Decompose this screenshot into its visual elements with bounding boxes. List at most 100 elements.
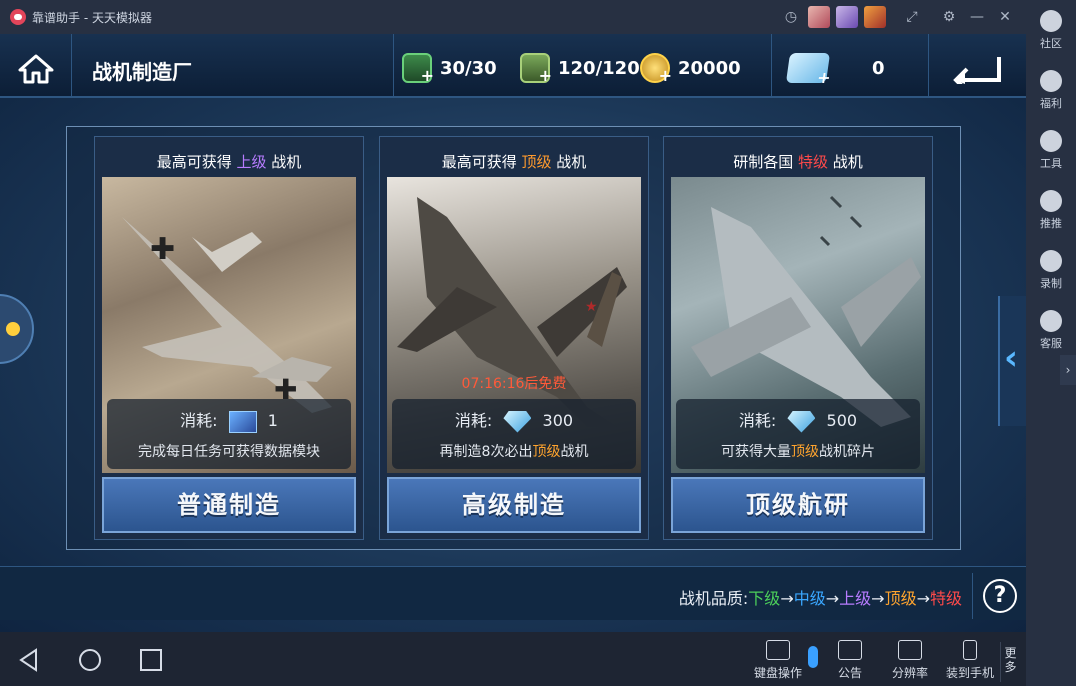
quality-level: 顶级 [884, 589, 917, 608]
jet-illustration-su: ★ 07:16:16后免费 消耗: 300 再制造8次必出顶级战机 [387, 177, 641, 473]
sidebar-item-community[interactable]: 社区 [1026, 10, 1076, 51]
svg-text:✚: ✚ [150, 232, 175, 267]
cost-value: 500 [826, 411, 858, 430]
free-timer: 07:16:16后免费 [461, 376, 567, 392]
card-header-grade: 特级 [797, 153, 828, 171]
diamond-resource[interactable]: + 0 [785, 50, 885, 87]
card-header-grade: 顶级 [521, 153, 552, 171]
jet-illustration-f15: 消耗: 500 可获得大量顶级战机碎片 [671, 177, 925, 473]
sidepanel-collapse-handle[interactable]: › [1060, 355, 1076, 385]
top-research-button[interactable]: 顶级航研 [671, 477, 925, 533]
diamond-icon: + [785, 53, 832, 87]
note-text: 再制造8次必出 [439, 444, 533, 460]
window-title: 靠谱助手 - 天天模拟器 [32, 11, 152, 25]
cost-label: 消耗: [180, 411, 218, 430]
gold-coin-icon: + [640, 53, 672, 85]
announcement-icon [838, 640, 862, 660]
card-normal-build: 最高可获得 上级 战机 ✚ ✚ 消耗: 1 完成每日任务可获得数据模块 普通制造 [94, 136, 364, 540]
announcement-tool[interactable]: 公告 [822, 640, 878, 681]
sidebar-item-label: 福利 [1040, 97, 1062, 110]
quality-label: 战机品质: [678, 589, 749, 608]
right-drawer-tab[interactable]: ‹ [998, 296, 1026, 426]
back-button[interactable] [928, 34, 1026, 98]
question-icon: ? [983, 579, 1017, 613]
tools-icon [1040, 130, 1062, 152]
gift-icon [1040, 70, 1062, 92]
game-avatar-2[interactable] [836, 6, 858, 28]
nav-back-icon[interactable] [16, 647, 42, 673]
fuel-resource[interactable]: + 120/120 [520, 50, 640, 86]
home-button[interactable] [0, 34, 72, 98]
minimize-icon[interactable]: — [966, 6, 988, 28]
fuel-can-icon: + [520, 53, 552, 85]
stamina-resource[interactable]: + 30/30 [402, 50, 497, 86]
card-header-grade: 上级 [236, 153, 267, 171]
install-to-phone-tool[interactable]: 装到手机 [942, 640, 998, 681]
arrow-icon: → [780, 589, 794, 608]
card-note: 完成每日任务可获得数据模块 [107, 441, 351, 461]
community-icon [1040, 10, 1062, 32]
card-top-research: 研制各国 特级 战机 消耗: 500 可获得大量顶级战机碎片 顶级航研 [663, 136, 933, 540]
keyboard-control-tool[interactable]: 键盘操作 [750, 640, 806, 681]
plane-illustration-prop: ✚ ✚ 消耗: 1 完成每日任务可获得数据模块 [102, 177, 356, 473]
arrow-icon: → [916, 589, 930, 608]
back-arrow-icon [953, 57, 1001, 84]
nav-recents-icon[interactable] [138, 647, 164, 673]
note-text: 完成每日任务可获得数据模块 [138, 444, 320, 460]
topbar-divider [393, 34, 394, 98]
tool-label: 键盘操作 [753, 666, 802, 680]
diamond-value: 0 [872, 57, 885, 79]
settings-gear-icon[interactable]: ⚙ [938, 6, 960, 28]
keyboard-toggle[interactable] [808, 646, 818, 668]
sidebar-item-support[interactable]: 客服 [1026, 310, 1076, 351]
card-header-prefix: 最高可获得 [156, 153, 232, 171]
resolution-tool[interactable]: 分辨率 [882, 640, 938, 681]
normal-build-button[interactable]: 普通制造 [102, 477, 356, 533]
sidebar-item-label: 推推 [1040, 217, 1062, 230]
cost-line: 消耗: 500 [676, 407, 920, 433]
tool-label: 分辨率 [891, 666, 928, 680]
stamina-icon: + [402, 53, 434, 85]
more-button[interactable]: 更多 [1000, 642, 1020, 682]
topbar-divider [771, 34, 772, 98]
gold-value: 20000 [678, 57, 741, 79]
card-header-prefix: 最高可获得 [441, 153, 517, 171]
quality-legend-bar: 战机品质:下级→中级→上级→顶级→特级 [0, 566, 1026, 620]
quality-level: 下级 [748, 589, 781, 608]
left-drawer-tab[interactable] [0, 294, 34, 364]
sidebar-item-tools[interactable]: 工具 [1026, 130, 1076, 171]
cost-line: 消耗: 300 [392, 407, 636, 433]
close-icon[interactable]: ✕ [994, 6, 1016, 28]
cost-overlay: 消耗: 1 完成每日任务可获得数据模块 [107, 399, 351, 469]
diamond-icon [503, 410, 532, 433]
tool-label: 装到手机 [945, 666, 994, 680]
note-text: 可获得大量 [721, 444, 791, 460]
support-icon [1040, 310, 1062, 332]
card-advanced-build: 最高可获得 顶级 战机 ★ 07:16:16后免费 消耗: 300 再制造8次必… [379, 136, 649, 540]
gold-resource[interactable]: + 20000 [640, 50, 741, 86]
card-header-prefix: 研制各国 [733, 153, 794, 171]
help-button[interactable]: ? [972, 573, 1026, 619]
add-icon: + [420, 66, 434, 85]
sidebar-item-welfare[interactable]: 福利 [1026, 70, 1076, 111]
fullscreen-icon[interactable]: ⤢ [892, 6, 932, 28]
advanced-build-button[interactable]: 高级制造 [387, 477, 641, 533]
cost-line: 消耗: 1 [107, 407, 351, 433]
note-grade: 顶级 [532, 444, 561, 460]
game-screen: 战机制造厂 + 30/30 + 120/120 + 20000 + 0 ‹ 最高… [0, 34, 1026, 632]
diamond-icon [787, 410, 816, 433]
android-navbar: 键盘操作 公告 分辨率 装到手机 更多 [0, 632, 1026, 686]
card-note: 再制造8次必出顶级战机 [392, 441, 636, 461]
game-avatar-3[interactable] [864, 6, 886, 28]
arrow-icon: → [871, 589, 885, 608]
game-avatar-1[interactable] [808, 6, 830, 28]
sidebar-item-record[interactable]: 录制 [1026, 250, 1076, 291]
tv-icon [1040, 190, 1062, 212]
sidebar-item-push[interactable]: 推推 [1026, 190, 1076, 231]
clock-icon[interactable]: ◷ [780, 6, 802, 28]
emulator-titlebar: 靠谱助手 - 天天模拟器 ◷ ⤢ ⚙ — ✕ [0, 0, 1026, 34]
card-header: 最高可获得 顶级 战机 [380, 151, 648, 172]
quality-level: 特级 [929, 589, 962, 608]
nav-home-icon[interactable] [77, 647, 103, 673]
sidebar-item-label: 工具 [1040, 157, 1062, 170]
